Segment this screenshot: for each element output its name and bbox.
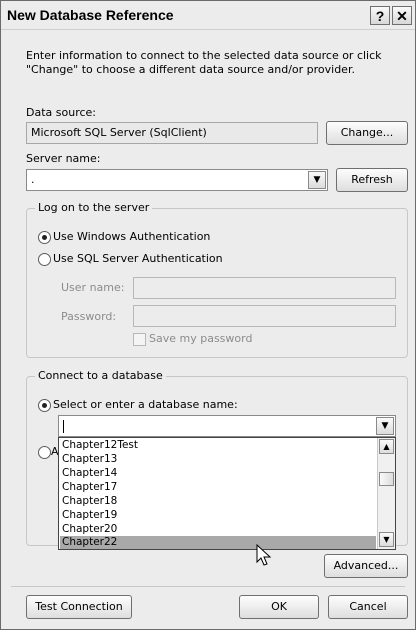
password-field bbox=[133, 305, 396, 327]
windows-auth-label[interactable]: Use Windows Authentication bbox=[53, 230, 210, 243]
data-source-field: Microsoft SQL Server (SqlClient) bbox=[26, 122, 318, 144]
refresh-button[interactable]: Refresh bbox=[336, 168, 408, 192]
ok-button[interactable]: OK bbox=[239, 595, 319, 619]
attach-database-radio[interactable] bbox=[38, 446, 51, 459]
mouse-pointer-icon bbox=[256, 544, 272, 566]
intro-text: Enter information to connect to the sele… bbox=[26, 49, 382, 76]
password-label: Password: bbox=[61, 310, 117, 323]
windows-auth-radio[interactable] bbox=[38, 231, 51, 244]
save-password-label: Save my password bbox=[149, 332, 253, 345]
server-name-combobox[interactable]: . ▼ bbox=[26, 169, 328, 191]
scrollbar-thumb[interactable] bbox=[379, 472, 394, 486]
chevron-down-icon[interactable]: ▼ bbox=[379, 532, 394, 547]
select-database-radio[interactable] bbox=[38, 399, 51, 412]
dialog-title: New Database Reference bbox=[7, 7, 174, 23]
sql-auth-label[interactable]: Use SQL Server Authentication bbox=[53, 252, 223, 265]
list-item-selected[interactable]: Chapter22 bbox=[60, 536, 376, 549]
server-name-value: . bbox=[31, 173, 35, 186]
text-caret bbox=[63, 419, 64, 433]
help-icon: ? bbox=[375, 8, 385, 24]
dropdown-scrollbar[interactable]: ▲ ▼ bbox=[377, 438, 395, 549]
database-dropdown-list[interactable]: Chapter12Test Chapter13 Chapter14 Chapte… bbox=[58, 437, 396, 550]
list-item[interactable]: Chapter18 bbox=[60, 495, 376, 508]
list-item[interactable]: Chapter20 bbox=[60, 523, 376, 536]
close-icon: ✕ bbox=[396, 8, 408, 24]
help-button[interactable]: ? bbox=[370, 6, 390, 25]
chevron-down-icon[interactable]: ▼ bbox=[308, 171, 326, 189]
sql-auth-radio[interactable] bbox=[38, 253, 51, 266]
username-label: User name: bbox=[61, 281, 125, 294]
list-item[interactable]: Chapter12Test bbox=[60, 439, 376, 452]
list-item[interactable]: Chapter17 bbox=[60, 481, 376, 494]
list-item[interactable]: Chapter14 bbox=[60, 467, 376, 480]
title-bar: New Database Reference ? ✕ bbox=[1, 1, 415, 30]
new-database-reference-dialog: New Database Reference ? ✕ Enter informa… bbox=[0, 0, 416, 630]
select-database-label[interactable]: Select or enter a database name: bbox=[53, 398, 238, 411]
close-button[interactable]: ✕ bbox=[392, 6, 412, 25]
chevron-down-icon[interactable]: ▼ bbox=[376, 417, 394, 435]
data-source-label: Data source: bbox=[26, 106, 96, 119]
list-item[interactable]: Chapter13 bbox=[60, 453, 376, 466]
connect-group-title: Connect to a database bbox=[35, 369, 166, 382]
change-button[interactable]: Change... bbox=[326, 121, 408, 145]
list-item[interactable]: Chapter19 bbox=[60, 509, 376, 522]
advanced-button[interactable]: Advanced... bbox=[324, 554, 408, 578]
username-field bbox=[133, 277, 396, 299]
database-name-combobox[interactable]: ▼ bbox=[58, 415, 396, 437]
cancel-button[interactable]: Cancel bbox=[328, 595, 408, 619]
logon-group-title: Log on to the server bbox=[35, 201, 153, 214]
chevron-up-icon[interactable]: ▲ bbox=[379, 439, 394, 454]
test-connection-button[interactable]: Test Connection bbox=[26, 595, 132, 619]
server-name-label: Server name: bbox=[26, 152, 101, 165]
divider bbox=[11, 586, 405, 587]
save-password-checkbox bbox=[133, 333, 146, 346]
